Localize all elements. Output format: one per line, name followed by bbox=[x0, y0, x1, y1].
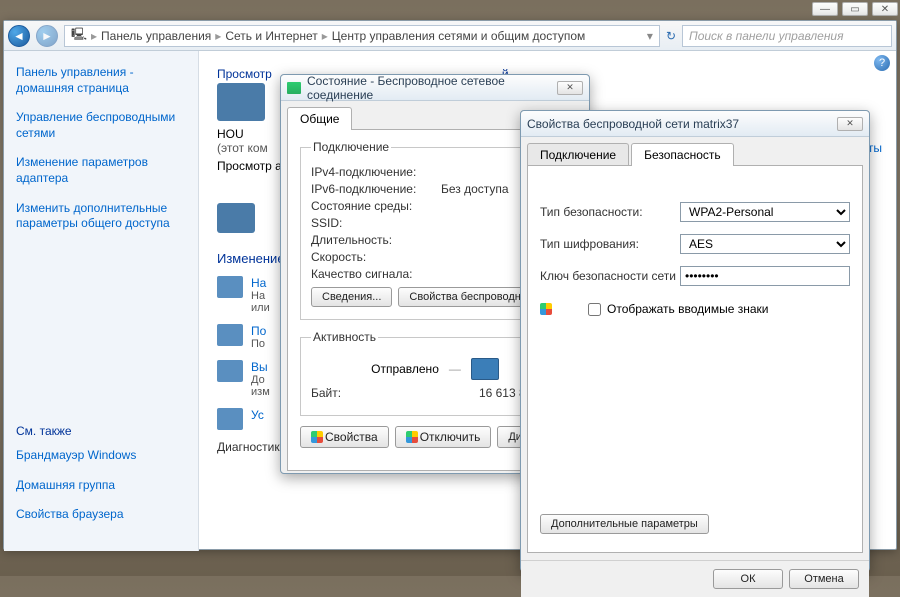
details-button[interactable]: Сведения... bbox=[311, 287, 392, 307]
activity-legend: Активность bbox=[311, 330, 378, 344]
breadcrumb[interactable]: 🖳▸ Панель управления▸ Сеть и Интернет▸ Ц… bbox=[64, 25, 660, 47]
props-titlebar[interactable]: Свойства беспроводной сети matrix37 ✕ bbox=[521, 111, 869, 137]
tab-connection[interactable]: Подключение bbox=[527, 143, 629, 166]
status-title: Состояние - Беспроводное сетевое соедине… bbox=[307, 74, 557, 102]
speed-label: Скорость: bbox=[311, 250, 441, 264]
ipv6-label: IPv6-подключение: bbox=[311, 182, 441, 196]
encryption-select[interactable]: AES bbox=[680, 234, 850, 254]
forward-button[interactable]: ► bbox=[36, 25, 58, 47]
shield-icon bbox=[311, 431, 323, 443]
signal-label: Качество сигнала: bbox=[311, 267, 441, 281]
see-also-heading: См. также bbox=[16, 424, 186, 438]
crumb[interactable]: Панель управления bbox=[99, 29, 213, 43]
refresh-icon[interactable]: ↻ bbox=[666, 29, 676, 43]
show-chars-checkbox[interactable] bbox=[588, 303, 601, 316]
close-button[interactable]: ✕ bbox=[837, 117, 863, 131]
ssid-label: SSID: bbox=[311, 216, 441, 230]
sidebar-link[interactable]: Изменение параметров адаптера bbox=[16, 155, 186, 186]
security-key-input[interactable] bbox=[680, 266, 850, 286]
status-titlebar[interactable]: Состояние - Беспроводное сетевое соедине… bbox=[281, 75, 589, 101]
security-type-select[interactable]: WPA2-Personal bbox=[680, 202, 850, 222]
sidebar-link[interactable]: Управление беспроводными сетями bbox=[16, 110, 186, 141]
help-icon[interactable]: ? bbox=[874, 55, 890, 71]
sidebar: Панель управления - домашняя страница Уп… bbox=[4, 51, 199, 551]
close-button[interactable]: ✕ bbox=[557, 81, 583, 95]
connection-legend: Подключение bbox=[311, 140, 391, 154]
computer-icon: 🖳 bbox=[69, 25, 89, 46]
sidebar-link[interactable]: Домашняя группа bbox=[16, 478, 186, 494]
props-body: Тип безопасности: WPA2-Personal Тип шифр… bbox=[527, 165, 863, 553]
shield-icon bbox=[540, 303, 552, 315]
crumb[interactable]: Центр управления сетями и общим доступом bbox=[330, 29, 588, 43]
window-sysbuttons: — ▭ ✕ bbox=[810, 0, 900, 18]
key-label: Ключ безопасности сети bbox=[540, 269, 680, 283]
control-panel-home-link[interactable]: Панель управления - домашняя страница bbox=[16, 65, 186, 96]
task-icon bbox=[217, 408, 243, 430]
show-chars-label: Отображать вводимые знаки bbox=[607, 302, 768, 316]
tab-security[interactable]: Безопасность bbox=[631, 143, 734, 166]
props-title: Свойства беспроводной сети matrix37 bbox=[527, 117, 837, 131]
duration-label: Длительность: bbox=[311, 233, 441, 247]
security-type-label: Тип безопасности: bbox=[540, 205, 680, 219]
advanced-button[interactable]: Дополнительные параметры bbox=[540, 514, 709, 534]
disable-button[interactable]: Отключить bbox=[395, 426, 492, 448]
cancel-button[interactable]: Отмена bbox=[789, 569, 859, 589]
close-button[interactable]: ✕ bbox=[872, 2, 898, 16]
sidebar-link[interactable]: Брандмауэр Windows bbox=[16, 448, 186, 464]
ipv6-value: Без доступа bbox=[441, 182, 509, 196]
search-input[interactable]: Поиск в панели управления bbox=[682, 25, 892, 47]
bytes-label: Байт: bbox=[311, 386, 441, 400]
signal-icon bbox=[287, 82, 301, 94]
back-button[interactable]: ◄ bbox=[8, 25, 30, 47]
monitor-icon bbox=[471, 358, 499, 380]
network-icon bbox=[217, 83, 265, 121]
properties-button[interactable]: Свойства bbox=[300, 426, 389, 448]
media-label: Состояние среды: bbox=[311, 199, 441, 213]
arrow-icon: — bbox=[449, 362, 461, 376]
shield-icon bbox=[406, 431, 418, 443]
sent-label: Отправлено bbox=[371, 362, 439, 376]
sidebar-link[interactable]: Изменить дополнительные параметры общего… bbox=[16, 201, 186, 232]
servers-icon bbox=[217, 203, 255, 233]
tab-general[interactable]: Общие bbox=[287, 107, 352, 130]
crumb[interactable]: Сеть и Интернет bbox=[223, 29, 319, 43]
ipv4-label: IPv4-подключение: bbox=[311, 165, 441, 179]
encryption-label: Тип шифрования: bbox=[540, 237, 680, 251]
ok-button[interactable]: ОК bbox=[713, 569, 783, 589]
wireless-properties-dialog: Свойства беспроводной сети matrix37 ✕ По… bbox=[520, 110, 870, 572]
task-icon bbox=[217, 324, 243, 346]
task-icon bbox=[217, 276, 243, 298]
minimize-button[interactable]: — bbox=[812, 2, 838, 16]
task-icon bbox=[217, 360, 243, 382]
navigation-bar: ◄ ► 🖳▸ Панель управления▸ Сеть и Интерне… bbox=[4, 21, 896, 51]
sidebar-link[interactable]: Свойства браузера bbox=[16, 507, 186, 523]
maximize-button[interactable]: ▭ bbox=[842, 2, 868, 16]
